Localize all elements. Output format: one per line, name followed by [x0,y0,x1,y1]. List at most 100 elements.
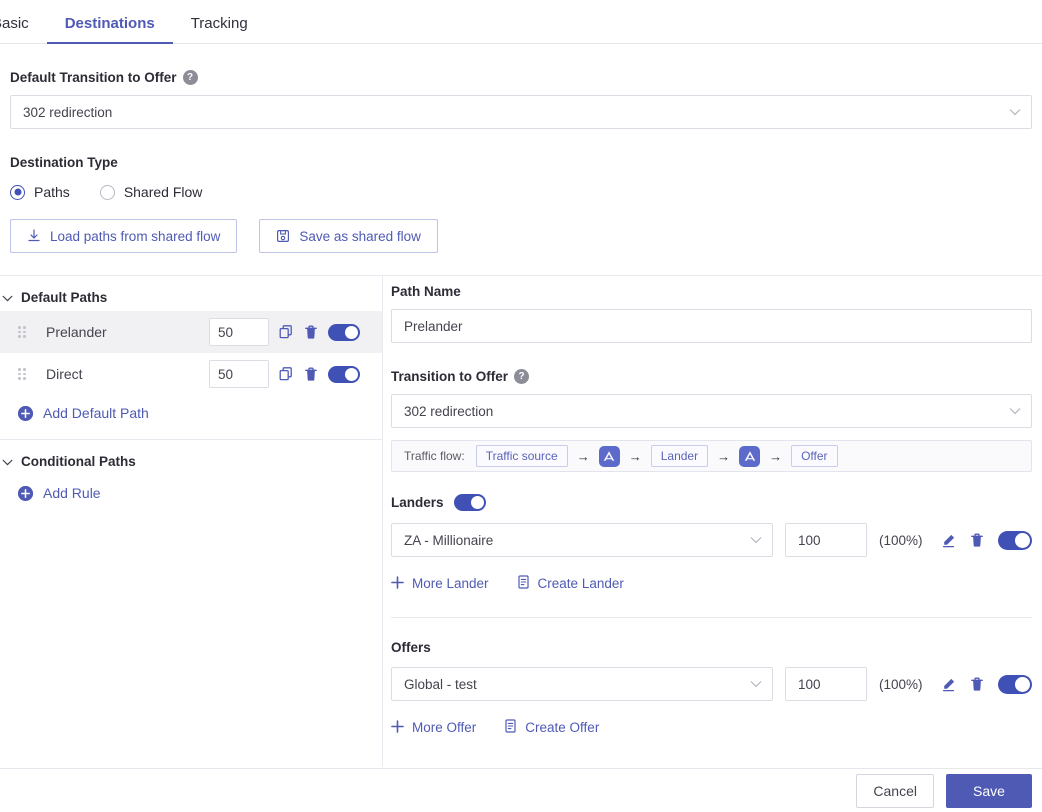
delete-icon[interactable] [304,367,318,382]
chevron-down-icon [2,291,13,305]
drag-handle-icon[interactable] [18,368,28,380]
document-icon [504,719,517,736]
path-weight-input[interactable] [209,318,269,346]
lander-enabled-toggle[interactable] [998,530,1032,550]
offer-enabled-toggle[interactable] [998,674,1032,694]
landers-label-text: Landers [391,495,444,510]
lander-links: More Lander Create Lander [391,571,1032,592]
path-row[interactable]: Prelander [0,311,382,353]
duplicate-icon[interactable] [279,366,294,382]
document-icon [517,575,530,592]
more-offer-button[interactable]: More Offer [391,719,476,736]
path-weight-input[interactable] [209,360,269,388]
more-lander-label: More Lander [412,576,489,591]
radio-paths[interactable]: Paths [10,184,70,200]
chevron-down-icon [1009,105,1021,119]
default-paths-header[interactable]: Default Paths [0,284,382,311]
offer-select[interactable]: Global - test [391,667,773,701]
tracker-logo-icon [739,445,761,467]
lander-row-actions [941,530,1032,550]
path-row-name: Direct [46,366,83,382]
path-enabled-toggle[interactable] [328,365,360,383]
flow-chip-lander[interactable]: Lander [650,445,709,467]
more-lander-button[interactable]: More Lander [391,575,489,592]
lander-name: ZA - Millionaire [404,532,494,548]
default-paths-title: Default Paths [21,290,108,305]
flow-arrow-icon: → [628,448,642,464]
lander-row: ZA - Millionaire (100%) [391,523,1032,557]
default-transition-select[interactable]: 302 redirection [10,95,1032,129]
delete-icon[interactable] [970,677,984,692]
path-row[interactable]: Direct [0,353,382,395]
shared-flow-buttons: Load paths from shared flow Save as shar… [0,200,1042,253]
add-rule-label: Add Rule [43,485,101,501]
offer-row: Global - test (100%) [391,667,1032,701]
path-name-label: Path Name [391,284,461,299]
path-row-name: Prelander [46,324,107,340]
tab-bar: Basic Destinations Tracking [0,0,1042,44]
flow-chip-offer[interactable]: Offer [791,445,838,467]
tab-tracking[interactable]: Tracking [173,16,266,43]
offer-links: More Offer Create Offer [391,715,1032,736]
destination-type-section: Destination Type Paths Shared Flow [0,129,1042,200]
offers-label: Offers [391,640,1032,655]
default-transition-label: Default Transition to Offer ? [10,70,1032,85]
delete-icon[interactable] [304,325,318,340]
save-button[interactable]: Save [946,773,1032,808]
help-icon[interactable]: ? [514,369,530,384]
drag-handle-icon[interactable] [18,326,28,338]
tab-basic[interactable]: Basic [0,16,47,43]
plus-circle-icon [18,485,33,501]
tab-destinations[interactable]: Destinations [46,15,173,44]
lander-select[interactable]: ZA - Millionaire [391,523,773,557]
transition-to-offer-value: 302 redirection [404,403,494,419]
load-paths-from-shared-flow-button[interactable]: Load paths from shared flow [10,219,238,253]
transition-to-offer-select[interactable]: 302 redirection [391,394,1032,428]
offer-percent: (100%) [879,676,923,692]
conditional-paths-header[interactable]: Conditional Paths [0,448,382,475]
flow-chip-traffic-source[interactable]: Traffic source [475,445,568,467]
landers-enabled-toggle[interactable] [453,494,486,511]
traffic-flow-bar: Traffic flow: Traffic source → → Lander … [391,440,1032,472]
add-default-path-label: Add Default Path [43,405,149,421]
radio-shared-flow[interactable]: Shared Flow [99,184,203,200]
lander-weight-input[interactable] [785,523,867,557]
tab-destinations-label: Destinations [64,15,155,32]
create-offer-label: Create Offer [525,720,600,735]
flow-arrow-icon: → [576,448,590,464]
tab-tracking-label: Tracking [190,15,248,32]
add-default-path-button[interactable]: Add Default Path [0,395,149,431]
paths-list-panel: Default Paths Prelander 50 Direct 50 Add… [0,276,383,767]
download-icon [27,229,41,243]
help-icon[interactable]: ? [182,70,198,85]
lander-percent: (100%) [879,532,923,548]
edit-icon[interactable] [941,677,956,692]
destination-type-radios: Paths Shared Flow [10,184,1032,200]
create-offer-button[interactable]: Create Offer [504,719,599,736]
offer-name: Global - test [404,676,477,692]
conditional-paths-title: Conditional Paths [21,454,136,469]
chevron-down-icon [750,533,762,547]
add-rule-button[interactable]: Add Rule [0,475,101,511]
flow-arrow-icon: → [769,448,783,464]
create-lander-button[interactable]: Create Lander [517,575,624,592]
save-as-shared-flow-button[interactable]: Save as shared flow [259,219,438,253]
radio-shared-flow-label: Shared Flow [123,184,203,200]
transition-to-offer-label: Transition to Offer ? [391,369,1032,384]
plus-icon [391,719,404,736]
delete-icon[interactable] [970,533,984,548]
cancel-button[interactable]: Cancel [856,773,934,808]
floppy-save-icon [276,229,290,243]
path-enabled-toggle[interactable] [328,323,360,341]
offers-label-text: Offers [391,640,431,655]
offer-weight-input[interactable] [785,667,867,701]
panel-divider [0,439,382,440]
plus-icon [391,575,404,592]
duplicate-icon[interactable] [279,324,294,340]
path-name-input[interactable] [391,309,1032,343]
radio-paths-label: Paths [34,184,70,200]
tab-basic-label: Basic [0,15,29,32]
default-transition-label-text: Default Transition to Offer [10,70,177,85]
chevron-down-icon [1009,404,1021,418]
edit-icon[interactable] [941,533,956,548]
